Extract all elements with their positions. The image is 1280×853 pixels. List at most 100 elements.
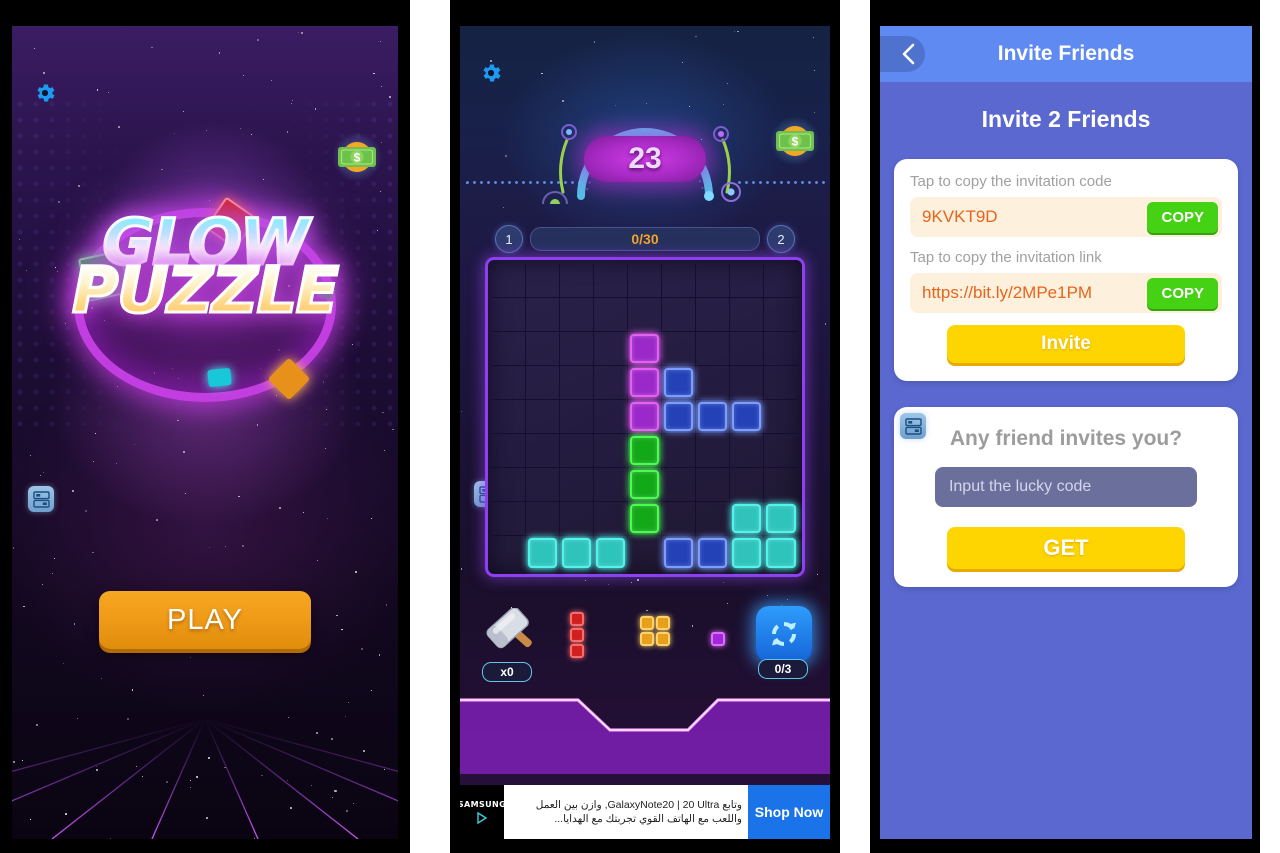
board-cell[interactable] <box>628 400 662 434</box>
board-cell[interactable] <box>492 502 526 536</box>
board-cell[interactable] <box>662 434 696 468</box>
board-cell[interactable] <box>560 434 594 468</box>
board-cell[interactable] <box>628 536 662 570</box>
gear-icon[interactable] <box>476 58 506 88</box>
copy-code-button[interactable]: COPY <box>1147 201 1218 233</box>
board-cell[interactable] <box>628 366 662 400</box>
hammer-icon[interactable] <box>482 607 542 664</box>
floating-widget-icon[interactable] <box>900 413 926 439</box>
board-cell[interactable] <box>764 366 798 400</box>
play-button[interactable]: PLAY <box>99 591 311 649</box>
board-cell[interactable] <box>696 264 730 298</box>
board-cell[interactable] <box>594 468 628 502</box>
board-cell[interactable] <box>662 332 696 366</box>
board-cell[interactable] <box>696 434 730 468</box>
board-cell[interactable] <box>730 400 764 434</box>
get-button[interactable]: GET <box>947 527 1185 569</box>
board-cell[interactable] <box>662 400 696 434</box>
board-cell[interactable] <box>696 366 730 400</box>
board-cell[interactable] <box>526 332 560 366</box>
board-cell[interactable] <box>696 400 730 434</box>
board-cell[interactable] <box>492 400 526 434</box>
tray-piece-red[interactable] <box>570 612 584 658</box>
board-cell[interactable] <box>696 502 730 536</box>
game-board[interactable] <box>485 257 805 577</box>
board-cell[interactable] <box>526 400 560 434</box>
ad-banner[interactable]: SAMSUNG وتابع GalaxyNote20 | 20 Ultra, و… <box>460 785 830 839</box>
board-cell[interactable] <box>696 468 730 502</box>
board-cell[interactable] <box>594 434 628 468</box>
board-cell[interactable] <box>764 434 798 468</box>
ad-cta-button[interactable]: Shop Now <box>748 785 830 839</box>
invite-button[interactable]: Invite <box>947 325 1185 363</box>
board-cell[interactable] <box>526 366 560 400</box>
board-cell[interactable] <box>560 536 594 570</box>
board-cell[interactable] <box>696 536 730 570</box>
board-cell[interactable] <box>492 332 526 366</box>
board-cell[interactable] <box>730 536 764 570</box>
board-cell[interactable] <box>594 502 628 536</box>
board-cell[interactable] <box>730 434 764 468</box>
board-cell[interactable] <box>526 264 560 298</box>
board-cell[interactable] <box>764 400 798 434</box>
board-cell[interactable] <box>560 366 594 400</box>
back-button[interactable] <box>880 36 925 72</box>
board-cell[interactable] <box>560 264 594 298</box>
board-cell[interactable] <box>594 332 628 366</box>
board-cell[interactable] <box>526 434 560 468</box>
board-cell[interactable] <box>730 502 764 536</box>
board-cell[interactable] <box>560 468 594 502</box>
invitation-link-field[interactable]: https://bit.ly/2MPe1PM COPY <box>910 273 1222 313</box>
board-cell[interactable] <box>696 332 730 366</box>
board-cell[interactable] <box>764 502 798 536</box>
board-cell[interactable] <box>696 298 730 332</box>
board-cell[interactable] <box>764 468 798 502</box>
board-cell[interactable] <box>730 468 764 502</box>
board-cell[interactable] <box>628 434 662 468</box>
board-cell[interactable] <box>492 434 526 468</box>
board-cell[interactable] <box>594 264 628 298</box>
board-cell[interactable] <box>764 536 798 570</box>
board-cell[interactable] <box>560 502 594 536</box>
tray-piece-purple[interactable] <box>711 632 725 646</box>
board-cell[interactable] <box>492 536 526 570</box>
board-cell[interactable] <box>526 536 560 570</box>
board-cell[interactable] <box>730 332 764 366</box>
board-cell[interactable] <box>628 332 662 366</box>
board-cell[interactable] <box>594 400 628 434</box>
invitation-code-field[interactable]: 9KVKT9D COPY <box>910 197 1222 237</box>
board-cell[interactable] <box>662 536 696 570</box>
lucky-code-input[interactable] <box>934 467 1198 507</box>
board-cell[interactable] <box>662 298 696 332</box>
board-cell[interactable] <box>526 468 560 502</box>
board-cell[interactable] <box>628 264 662 298</box>
board-cell[interactable] <box>628 298 662 332</box>
board-cell[interactable] <box>492 468 526 502</box>
board-cell[interactable] <box>730 366 764 400</box>
board-cell[interactable] <box>526 298 560 332</box>
tray-piece-orange[interactable] <box>640 616 670 646</box>
board-cell[interactable] <box>730 298 764 332</box>
floating-widget-icon[interactable] <box>28 486 54 512</box>
refresh-icon[interactable] <box>756 606 812 662</box>
cash-icon[interactable]: $ <box>768 114 822 168</box>
board-cell[interactable] <box>594 366 628 400</box>
cash-icon[interactable]: $ <box>330 130 384 184</box>
board-cell[interactable] <box>662 366 696 400</box>
board-cell[interactable] <box>764 264 798 298</box>
board-cell[interactable] <box>492 366 526 400</box>
board-grid[interactable] <box>492 264 798 570</box>
board-cell[interactable] <box>730 264 764 298</box>
board-cell[interactable] <box>628 468 662 502</box>
board-cell[interactable] <box>628 502 662 536</box>
board-cell[interactable] <box>526 502 560 536</box>
board-cell[interactable] <box>560 298 594 332</box>
gear-icon[interactable] <box>30 78 60 108</box>
board-cell[interactable] <box>662 264 696 298</box>
board-cell[interactable] <box>662 468 696 502</box>
piece-tray[interactable]: x0 0/3 <box>460 606 830 686</box>
board-cell[interactable] <box>492 264 526 298</box>
board-cell[interactable] <box>594 536 628 570</box>
board-cell[interactable] <box>764 298 798 332</box>
board-cell[interactable] <box>492 298 526 332</box>
